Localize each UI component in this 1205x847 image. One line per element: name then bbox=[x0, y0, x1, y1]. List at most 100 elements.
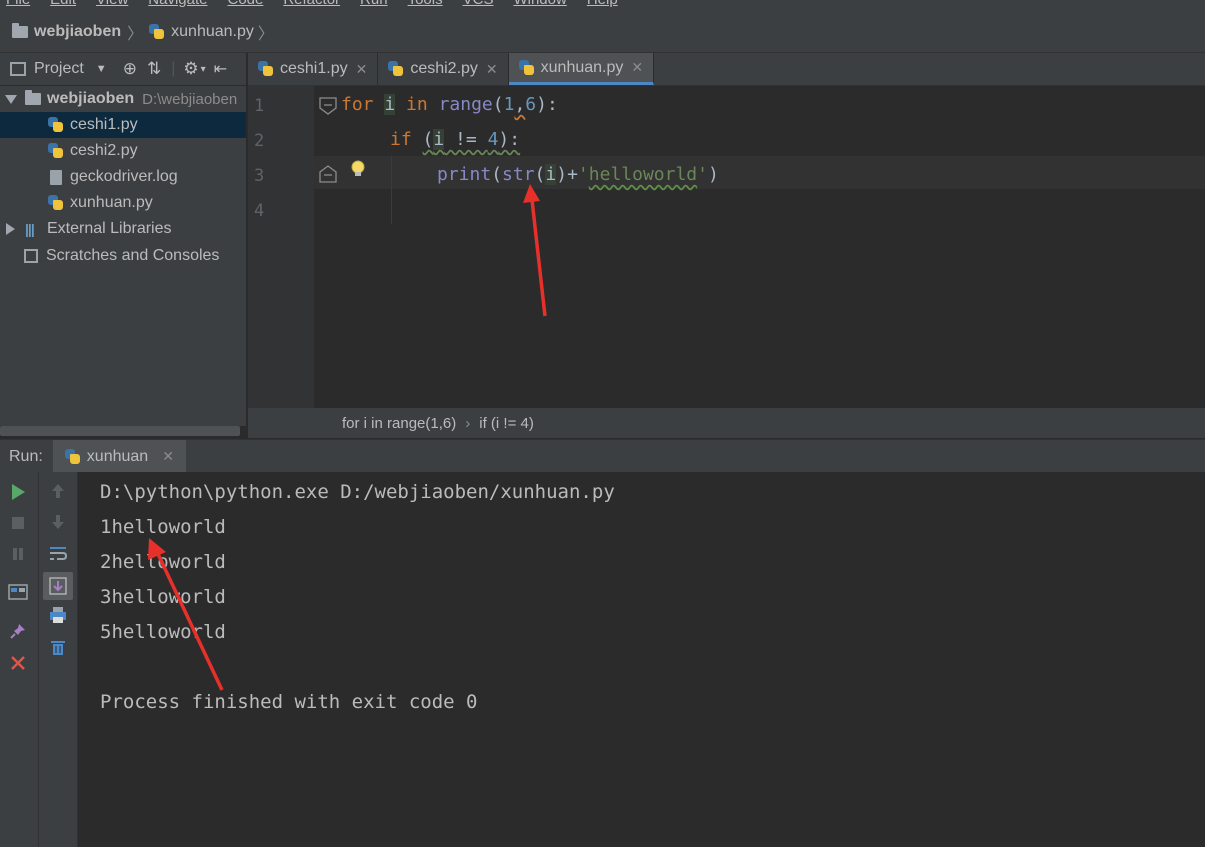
run-toolbar-right bbox=[39, 472, 78, 847]
pause-icon[interactable] bbox=[7, 543, 29, 565]
project-tree: webjiaoben D:\webjiaoben ceshi1.py ceshi… bbox=[0, 86, 246, 426]
run-console[interactable] bbox=[78, 472, 1205, 847]
menu-tools[interactable]: Tools bbox=[408, 0, 443, 8]
expand-arrow-icon[interactable] bbox=[5, 94, 17, 104]
pin-icon[interactable] bbox=[7, 620, 29, 642]
toolbar-divider: | bbox=[171, 60, 176, 77]
console-line-output: 5helloworld bbox=[100, 621, 226, 643]
menu-refactor[interactable]: Refactor bbox=[283, 0, 340, 8]
project-view-selector[interactable]: Project bbox=[34, 60, 84, 78]
menu-navigate[interactable]: Navigate bbox=[148, 0, 207, 8]
close-icon[interactable]: ✕ bbox=[162, 448, 174, 465]
arrow-down-icon[interactable] bbox=[47, 511, 69, 533]
trash-icon[interactable] bbox=[47, 636, 69, 658]
menu-run[interactable]: Run bbox=[360, 0, 388, 8]
menu-view[interactable]: View bbox=[96, 0, 128, 8]
close-icon[interactable]: ✕ bbox=[486, 61, 498, 78]
python-file-icon bbox=[149, 24, 165, 40]
tree-file-geckodriver[interactable]: geckodriver.log bbox=[0, 164, 246, 190]
project-panel-header: Project ▼ ⊕ ⇅ | ⚙ ▾ ⇤ bbox=[0, 53, 246, 86]
chevron-down-icon[interactable]: ▼ bbox=[96, 63, 107, 75]
scratches-icon bbox=[24, 249, 38, 263]
code-line-3: print(str(i)+'helloworld') bbox=[437, 164, 719, 185]
python-file-icon bbox=[388, 61, 404, 77]
project-icon bbox=[10, 62, 26, 76]
stop-icon[interactable] bbox=[7, 512, 29, 534]
file-label: xunhuan.py bbox=[70, 194, 153, 211]
breadcrumb-item-if[interactable]: if (i != 4) bbox=[479, 415, 534, 432]
console-line-output: 2helloworld bbox=[100, 551, 226, 573]
restore-layout-icon[interactable] bbox=[7, 581, 29, 603]
nav-separator: 〉 bbox=[257, 26, 274, 43]
chevron-down-icon[interactable]: ▾ bbox=[201, 64, 206, 75]
nav-project[interactable]: webjiaoben 〉 bbox=[12, 20, 149, 44]
code-line-2: if (i != 4): bbox=[390, 129, 521, 150]
menu-file[interactable]: File bbox=[6, 0, 30, 8]
scroll-to-end-icon[interactable] bbox=[43, 572, 73, 600]
menu-window[interactable]: Window bbox=[513, 0, 566, 8]
code-line-1: for i in range(1,6): bbox=[341, 94, 558, 115]
locate-icon[interactable]: ⊕ bbox=[123, 59, 137, 79]
print-icon[interactable] bbox=[47, 604, 69, 626]
file-label: ceshi2.py bbox=[70, 142, 138, 159]
menu-bar: File Edit View Navigate Code Refactor Ru… bbox=[0, 0, 1205, 12]
hide-panel-icon[interactable]: ⇤ bbox=[214, 59, 227, 79]
line-number: 3 bbox=[254, 166, 265, 186]
tree-file-ceshi1[interactable]: ceshi1.py bbox=[0, 112, 246, 138]
python-file-icon bbox=[48, 117, 64, 133]
nav-project-label: webjiaoben bbox=[34, 23, 122, 40]
external-libraries-label: External Libraries bbox=[47, 220, 172, 237]
expand-arrow-icon[interactable] bbox=[6, 223, 15, 235]
library-icon: ||| bbox=[25, 221, 35, 237]
arrow-up-icon[interactable] bbox=[47, 480, 69, 502]
tab-ceshi1[interactable]: ceshi1.py ✕ bbox=[248, 53, 379, 85]
folder-icon bbox=[25, 90, 41, 105]
python-file-icon bbox=[48, 143, 64, 159]
gear-icon[interactable]: ⚙ bbox=[183, 59, 198, 79]
menu-edit[interactable]: Edit bbox=[50, 0, 76, 8]
nav-file[interactable]: xunhuan.py 〉 bbox=[149, 20, 274, 44]
indent-guide bbox=[391, 156, 392, 224]
collapse-all-icon[interactable]: ⇅ bbox=[147, 59, 161, 79]
menu-help[interactable]: Help bbox=[587, 0, 618, 8]
close-icon[interactable]: ✕ bbox=[356, 61, 368, 78]
tab-label: xunhuan.py bbox=[540, 58, 624, 76]
folder-icon bbox=[12, 23, 28, 38]
rerun-icon[interactable] bbox=[7, 481, 29, 503]
close-icon[interactable]: ✕ bbox=[631, 59, 643, 76]
line-number: 4 bbox=[254, 201, 265, 221]
tab-ceshi2[interactable]: ceshi2.py ✕ bbox=[378, 53, 509, 85]
run-panel-header: Run: xunhuan ✕ bbox=[0, 439, 1205, 473]
console-line-exit: Process finished with exit code 0 bbox=[100, 691, 478, 713]
nav-file-label: xunhuan.py bbox=[171, 23, 254, 40]
console-line-output: 1helloworld bbox=[100, 516, 226, 538]
editor-breadcrumb: for i in range(1,6) › if (i != 4) bbox=[248, 408, 1205, 438]
run-tab-label: xunhuan bbox=[86, 447, 149, 465]
breadcrumb-item-for[interactable]: for i in range(1,6) bbox=[342, 415, 456, 432]
lightbulb-icon[interactable] bbox=[348, 158, 368, 180]
fold-marker-icon[interactable] bbox=[318, 164, 340, 184]
tree-file-xunhuan[interactable]: xunhuan.py bbox=[0, 190, 246, 216]
horizontal-scrollbar[interactable] bbox=[0, 426, 240, 436]
tree-file-ceshi2[interactable]: ceshi2.py bbox=[0, 138, 246, 164]
tree-root-folder[interactable]: webjiaoben D:\webjiaoben bbox=[0, 86, 246, 112]
console-line-output: 3helloworld bbox=[100, 586, 226, 608]
menu-vcs[interactable]: VCS bbox=[463, 0, 494, 8]
soft-wrap-icon[interactable] bbox=[47, 542, 69, 564]
console-line-command: D:\python\python.exe D:/webjiaoben/xunhu… bbox=[100, 481, 615, 503]
menu-code[interactable]: Code bbox=[227, 0, 263, 8]
file-label: ceshi1.py bbox=[70, 116, 138, 133]
close-icon[interactable] bbox=[7, 652, 29, 674]
tab-xunhuan[interactable]: xunhuan.py ✕ bbox=[508, 53, 655, 85]
nav-separator: 〉 bbox=[127, 26, 144, 43]
tree-scratches[interactable]: Scratches and Consoles bbox=[0, 243, 246, 269]
navigation-bar: webjiaoben 〉 xunhuan.py 〉 bbox=[0, 12, 1205, 53]
line-number: 2 bbox=[254, 131, 265, 151]
fold-marker-icon[interactable] bbox=[318, 96, 338, 116]
tree-external-libraries[interactable]: ||| External Libraries bbox=[0, 216, 246, 242]
tab-label: ceshi2.py bbox=[410, 60, 478, 77]
line-number: 1 bbox=[254, 96, 265, 116]
root-folder-path: D:\webjiaoben bbox=[142, 90, 238, 108]
run-tab-xunhuan[interactable]: xunhuan ✕ bbox=[52, 440, 186, 473]
scratches-label: Scratches and Consoles bbox=[46, 247, 220, 264]
